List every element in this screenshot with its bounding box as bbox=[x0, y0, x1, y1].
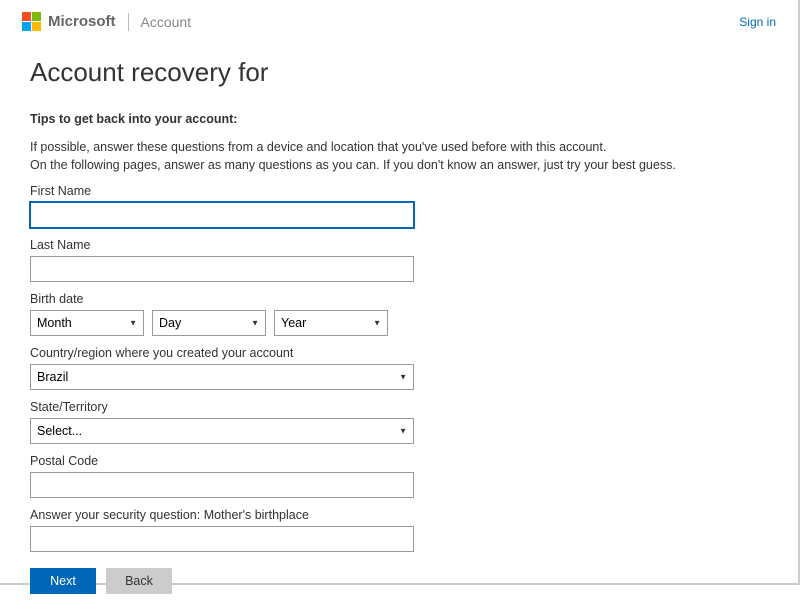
country-select[interactable]: Brazil bbox=[30, 364, 414, 390]
brand-text: Microsoft bbox=[48, 13, 116, 30]
first-name-label: First Name bbox=[30, 184, 768, 198]
tips-line-1: If possible, answer these questions from… bbox=[30, 138, 768, 156]
last-name-label: Last Name bbox=[30, 238, 768, 252]
state-label: State/Territory bbox=[30, 400, 768, 414]
header-section: Account bbox=[141, 14, 192, 30]
microsoft-logo-icon bbox=[22, 12, 41, 31]
tips-body: If possible, answer these questions from… bbox=[30, 138, 768, 174]
birth-date-row: Month Day Year bbox=[30, 310, 768, 336]
birth-month-select[interactable]: Month bbox=[30, 310, 144, 336]
button-row: Next Back bbox=[30, 568, 768, 594]
postal-code-label: Postal Code bbox=[30, 454, 768, 468]
signin-link[interactable]: Sign in bbox=[739, 15, 776, 29]
birth-year-select[interactable]: Year bbox=[274, 310, 388, 336]
postal-code-input[interactable] bbox=[30, 472, 414, 498]
header-divider bbox=[128, 13, 129, 31]
next-button[interactable]: Next bbox=[30, 568, 96, 594]
back-button[interactable]: Back bbox=[106, 568, 172, 594]
main-content: Account recovery for Tips to get back in… bbox=[0, 37, 798, 610]
country-label: Country/region where you created your ac… bbox=[30, 346, 768, 360]
page-header: Microsoft Account Sign in bbox=[0, 0, 798, 37]
state-select[interactable]: Select... bbox=[30, 418, 414, 444]
birth-day-select[interactable]: Day bbox=[152, 310, 266, 336]
security-question-label: Answer your security question: Mother's … bbox=[30, 508, 768, 522]
first-name-input[interactable] bbox=[30, 202, 414, 228]
header-left: Microsoft Account bbox=[22, 12, 191, 31]
tips-line-2: On the following pages, answer as many q… bbox=[30, 156, 768, 174]
page-title: Account recovery for bbox=[30, 57, 768, 88]
security-answer-input[interactable] bbox=[30, 526, 414, 552]
birth-date-label: Birth date bbox=[30, 292, 768, 306]
tips-heading: Tips to get back into your account: bbox=[30, 112, 768, 126]
last-name-input[interactable] bbox=[30, 256, 414, 282]
